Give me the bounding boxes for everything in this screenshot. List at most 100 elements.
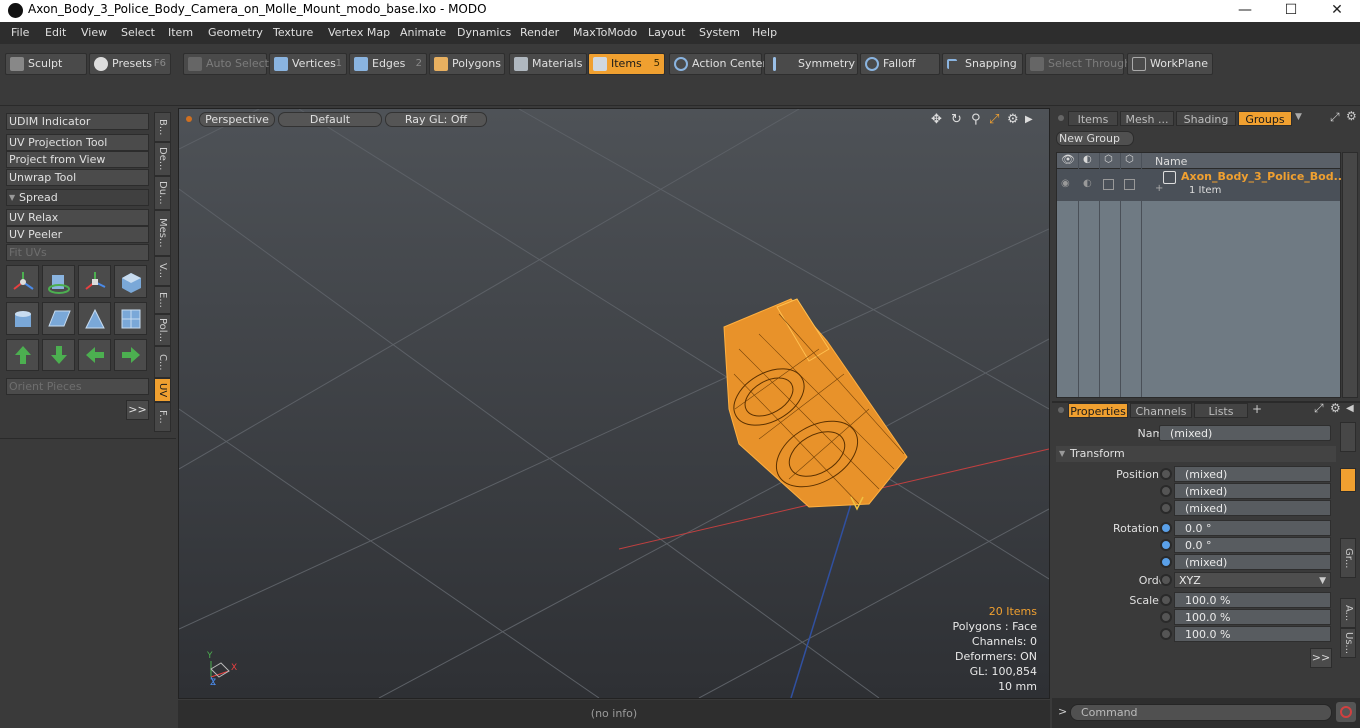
auto-select-button[interactable]: Auto Select bbox=[183, 53, 269, 75]
row-lock-checkbox[interactable] bbox=[1103, 179, 1114, 190]
align-down-icon[interactable] bbox=[42, 339, 75, 371]
menu-system[interactable]: System bbox=[699, 26, 740, 39]
spread-section-header[interactable]: ▼ Spread bbox=[6, 189, 149, 206]
zoom-icon[interactable]: ⚲ bbox=[971, 112, 981, 127]
polygons-button[interactable]: Polygons bbox=[429, 53, 505, 75]
props-options-icon[interactable] bbox=[1058, 407, 1064, 413]
snapping-button[interactable]: Snapping bbox=[942, 53, 1023, 75]
uv-peeler-button[interactable]: UV Peeler bbox=[6, 226, 149, 243]
rotation-x-field[interactable]: 0.0 ° bbox=[1174, 520, 1331, 536]
props-side-active-tab[interactable] bbox=[1340, 468, 1356, 492]
add-tab-icon[interactable]: + bbox=[1252, 402, 1262, 416]
scale-x-keyframe-dot[interactable] bbox=[1160, 594, 1172, 606]
rotation-y-field[interactable]: 0.0 ° bbox=[1174, 537, 1331, 553]
menu-view[interactable]: View bbox=[81, 26, 107, 39]
props-settings-gear-icon[interactable]: ⚙ bbox=[1330, 401, 1341, 415]
materials-button[interactable]: Materials bbox=[509, 53, 587, 75]
menu-geometry[interactable]: Geometry bbox=[208, 26, 263, 39]
position-z-field[interactable]: (mixed) bbox=[1174, 500, 1331, 516]
menu-item[interactable]: Item bbox=[168, 26, 193, 39]
panel-settings-gear-icon[interactable]: ⚙ bbox=[1346, 109, 1357, 123]
menu-texture[interactable]: Texture bbox=[273, 26, 313, 39]
tab-mes[interactable]: Mes... bbox=[154, 210, 171, 256]
tab-items[interactable]: Items bbox=[1068, 111, 1118, 126]
name-field[interactable]: (mixed) bbox=[1159, 425, 1331, 441]
raygl-dropdown[interactable]: Ray GL: Off bbox=[385, 112, 487, 127]
scale-z-field[interactable]: 100.0 % bbox=[1174, 626, 1331, 642]
close-button[interactable]: ✕ bbox=[1314, 0, 1360, 22]
viewport-settings-gear-icon[interactable]: ⚙ bbox=[1007, 112, 1019, 127]
menu-select[interactable]: Select bbox=[121, 26, 155, 39]
more-tools-button[interactable]: >> bbox=[126, 400, 149, 420]
rotation-z-field[interactable]: (mixed) bbox=[1174, 554, 1331, 570]
menu-layout[interactable]: Layout bbox=[648, 26, 685, 39]
menu-vertex-map[interactable]: Vertex Map bbox=[328, 26, 390, 39]
menu-maxtomodo[interactable]: MaxToModo bbox=[573, 26, 637, 39]
side-tab-gr[interactable]: Gr... bbox=[1340, 538, 1356, 578]
tab-f[interactable]: F... bbox=[154, 402, 171, 432]
orient-pieces-button[interactable]: Orient Pieces bbox=[6, 378, 149, 395]
menu-dynamics[interactable]: Dynamics bbox=[457, 26, 511, 39]
tab-e[interactable]: E... bbox=[154, 286, 171, 314]
view-type-dropdown[interactable]: Perspective bbox=[199, 112, 275, 127]
fit-view-icon[interactable]: ⤢ bbox=[989, 112, 999, 127]
row-select-checkbox[interactable] bbox=[1124, 179, 1135, 190]
unwrap-tool-button[interactable]: Unwrap Tool bbox=[6, 169, 149, 186]
position-x-field[interactable]: (mixed) bbox=[1174, 466, 1331, 482]
workplane-button[interactable]: WorkPlane bbox=[1127, 53, 1213, 75]
props-expand-icon[interactable]: ⤢ bbox=[1314, 401, 1324, 416]
project-from-view-button[interactable]: Project from View bbox=[6, 151, 149, 168]
tab-mesh[interactable]: Mesh ... bbox=[1120, 111, 1174, 126]
select-through-button[interactable]: Select Through bbox=[1025, 53, 1131, 75]
rotation-x-keyframe-dot[interactable] bbox=[1160, 522, 1172, 534]
expand-plus-icon[interactable]: + bbox=[1155, 183, 1163, 194]
maximize-button[interactable]: ☐ bbox=[1268, 0, 1314, 22]
row-render-icon[interactable]: ◐ bbox=[1083, 178, 1092, 189]
rotation-z-keyframe-dot[interactable] bbox=[1160, 556, 1172, 568]
tab-pol[interactable]: Pol... bbox=[154, 314, 171, 346]
expand-panel-icon[interactable]: ⤢ bbox=[1330, 110, 1340, 125]
panel-options-icon[interactable] bbox=[1058, 115, 1064, 121]
order-keyframe-dot[interactable] bbox=[1160, 574, 1172, 586]
tab-channels[interactable]: Channels bbox=[1130, 403, 1192, 418]
menu-help[interactable]: Help bbox=[752, 26, 777, 39]
orbit-icon[interactable]: ↻ bbox=[951, 112, 962, 127]
scale-y-keyframe-dot[interactable] bbox=[1160, 611, 1172, 623]
uv-cylinder-icon[interactable] bbox=[6, 302, 39, 335]
props-side-handle[interactable] bbox=[1340, 422, 1356, 452]
row-visibility-eye-icon[interactable]: ◉ bbox=[1061, 178, 1070, 189]
tab-du[interactable]: Du... bbox=[154, 176, 171, 210]
uv-planar-icon[interactable] bbox=[42, 302, 75, 335]
camera-model[interactable] bbox=[723, 298, 908, 508]
order-dropdown[interactable]: XYZ ▼ bbox=[1174, 572, 1331, 588]
transform-section-header[interactable]: ▼ Transform bbox=[1056, 446, 1336, 462]
tab-properties[interactable]: Properties bbox=[1068, 403, 1128, 418]
props-menu-icon[interactable]: ◀ bbox=[1346, 403, 1354, 414]
udim-indicator-button[interactable]: UDIM Indicator bbox=[6, 113, 149, 130]
menu-file[interactable]: File bbox=[11, 26, 29, 39]
tab-uv[interactable]: UV bbox=[154, 378, 171, 402]
uv-move-tool-icon[interactable] bbox=[6, 265, 39, 298]
tab-de[interactable]: De... bbox=[154, 142, 171, 176]
shading-dropdown[interactable]: Default bbox=[278, 112, 382, 127]
side-tab-a[interactable]: A... bbox=[1340, 598, 1356, 628]
viewport-expand-icon[interactable]: ▶ bbox=[1025, 114, 1033, 125]
symmetry-button[interactable]: Symmetry bbox=[764, 53, 858, 75]
menu-edit[interactable]: Edit bbox=[45, 26, 66, 39]
uv-pyramid-icon[interactable] bbox=[78, 302, 111, 335]
position-z-keyframe-dot[interactable] bbox=[1160, 502, 1172, 514]
props-more-button[interactable]: >> bbox=[1310, 648, 1332, 668]
uv-cube-tool-icon[interactable] bbox=[114, 265, 147, 298]
menu-animate[interactable]: Animate bbox=[400, 26, 446, 39]
new-group-button[interactable]: New Group bbox=[1056, 131, 1134, 146]
tab-v[interactable]: V... bbox=[154, 256, 171, 286]
tab-menu-chevron-icon[interactable]: ▼ bbox=[1295, 112, 1302, 122]
tab-c[interactable]: C... bbox=[154, 346, 171, 378]
scale-x-field[interactable]: 100.0 % bbox=[1174, 592, 1331, 608]
items-button[interactable]: Items 5 bbox=[588, 53, 665, 75]
tab-groups[interactable]: Groups bbox=[1238, 111, 1292, 126]
uv-box-icon[interactable] bbox=[114, 302, 147, 335]
align-left-icon[interactable] bbox=[78, 339, 111, 371]
fit-uvs-button[interactable]: Fit UVs bbox=[6, 244, 149, 261]
align-right-icon[interactable] bbox=[114, 339, 147, 371]
